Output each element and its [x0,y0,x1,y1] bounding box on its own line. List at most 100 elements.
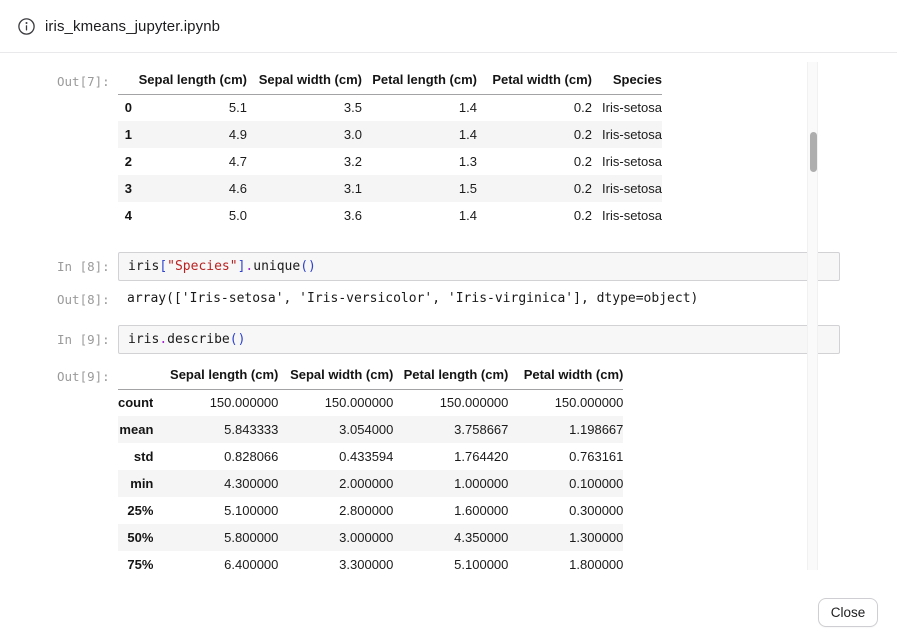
table-cell: 1.198667 [508,416,623,443]
column-header: Species [592,66,662,94]
code-token-id: iris [128,332,159,347]
code-token-id: describe [167,332,230,347]
in9-prompt: In [9]: [57,325,118,347]
row-label: 75% [118,551,153,576]
table-cell: 3.5 [247,94,362,121]
table-cell: 0.2 [477,175,592,202]
table-row: 24.73.21.30.2Iris-setosa [118,148,662,175]
table-row: min4.3000002.0000001.0000000.100000 [118,470,623,497]
table-cell: 1.5 [362,175,477,202]
code-token-op: . [159,332,167,347]
notebook-preview-content: Out[7]: Sepal length (cm)Sepal width (cm… [0,53,897,576]
row-label: 50% [118,524,153,551]
table-cell: 0.2 [477,202,592,229]
row-label: 3 [118,175,132,202]
table-cell: 5.0 [132,202,247,229]
row-label: 1 [118,121,132,148]
header-row: Sepal length (cm)Sepal width (cm)Petal l… [118,361,623,389]
column-header: Petal length (cm) [393,361,508,389]
in8-code-cell: iris["Species"].unique() [118,252,840,281]
table-row: mean5.8433333.0540003.7586671.198667 [118,416,623,443]
table-cell: Iris-setosa [592,94,662,121]
row-label: 25% [118,497,153,524]
table-cell: 5.100000 [393,551,508,576]
table-cell: 0.763161 [508,443,623,470]
out8-prompt: Out[8]: [57,290,118,307]
in8-code: iris["Species"].unique() [128,259,316,274]
row-label: 4 [118,202,132,229]
file-title: iris_kmeans_jupyter.ipynb [45,18,220,35]
table-cell: 4.7 [132,148,247,175]
column-header: Sepal width (cm) [247,66,362,94]
table-cell: 1.600000 [393,497,508,524]
table-cell: 2.800000 [278,497,393,524]
vertical-scrollbar-track[interactable] [807,62,818,570]
row-label: 2 [118,148,132,175]
row-label: std [118,443,153,470]
table-cell: 1.3 [362,148,477,175]
table-cell: 3.758667 [393,416,508,443]
out7-dataframe: Sepal length (cm)Sepal width (cm)Petal l… [118,66,662,229]
table-cell: 1.800000 [508,551,623,576]
table-cell: 5.800000 [153,524,278,551]
row-label: count [118,389,153,416]
cell-out8: Out[8]: array(['Iris-setosa', 'Iris-vers… [57,290,897,308]
table-cell: 3.300000 [278,551,393,576]
out9-dataframe: Sepal length (cm)Sepal width (cm)Petal l… [118,361,623,576]
table-cell: Iris-setosa [592,202,662,229]
cell-out9: Out[9]: Sepal length (cm)Sepal width (cm… [57,361,897,576]
table-cell: 1.4 [362,121,477,148]
table-cell: 4.9 [132,121,247,148]
out8-text: array(['Iris-setosa', 'Iris-versicolor',… [118,290,698,308]
code-token-id: unique [253,259,300,274]
out7-prompt: Out[7]: [57,66,118,89]
table-cell: 5.1 [132,94,247,121]
table-cell: 1.000000 [393,470,508,497]
cell-in9: In [9]: iris.describe() [57,325,897,354]
table-cell: 0.300000 [508,497,623,524]
column-header: Sepal length (cm) [132,66,247,94]
table-cell: 0.2 [477,148,592,175]
table-cell: 5.100000 [153,497,278,524]
table-cell: 2.000000 [278,470,393,497]
table-cell: 1.764420 [393,443,508,470]
column-header [118,361,153,389]
row-label: mean [118,416,153,443]
code-token-id: iris [128,259,159,274]
table-cell: 3.0 [247,121,362,148]
info-icon [18,18,35,35]
column-header [118,66,132,94]
out9-prompt: Out[9]: [57,361,118,384]
column-header: Sepal width (cm) [278,361,393,389]
table-cell: 0.433594 [278,443,393,470]
table-row: count150.000000150.000000150.000000150.0… [118,389,623,416]
code-token-punct: () [300,259,316,274]
table-row: 45.03.61.40.2Iris-setosa [118,202,662,229]
table-cell: 0.2 [477,94,592,121]
table-cell: Iris-setosa [592,148,662,175]
table-row: 34.63.11.50.2Iris-setosa [118,175,662,202]
table-cell: Iris-setosa [592,121,662,148]
table-row: 50%5.8000003.0000004.3500001.300000 [118,524,623,551]
table-cell: 3.6 [247,202,362,229]
table-cell: 3.000000 [278,524,393,551]
in8-prompt: In [8]: [57,252,118,274]
row-label: min [118,470,153,497]
table-cell: 1.4 [362,94,477,121]
vertical-scrollbar-thumb[interactable] [810,132,817,172]
column-header: Petal length (cm) [362,66,477,94]
cell-in8: In [8]: iris["Species"].unique() [57,252,897,281]
close-button[interactable]: Close [818,598,878,627]
table-cell: 5.843333 [153,416,278,443]
table-cell: 150.000000 [278,389,393,416]
table-row: 14.93.01.40.2Iris-setosa [118,121,662,148]
table-cell: 150.000000 [393,389,508,416]
table-cell: 1.4 [362,202,477,229]
header-row: Sepal length (cm)Sepal width (cm)Petal l… [118,66,662,94]
table-cell: 4.350000 [393,524,508,551]
table-cell: 3.054000 [278,416,393,443]
table-cell: 0.828066 [153,443,278,470]
table-cell: 150.000000 [153,389,278,416]
code-token-str: "Species" [167,259,237,274]
column-header: Petal width (cm) [477,66,592,94]
